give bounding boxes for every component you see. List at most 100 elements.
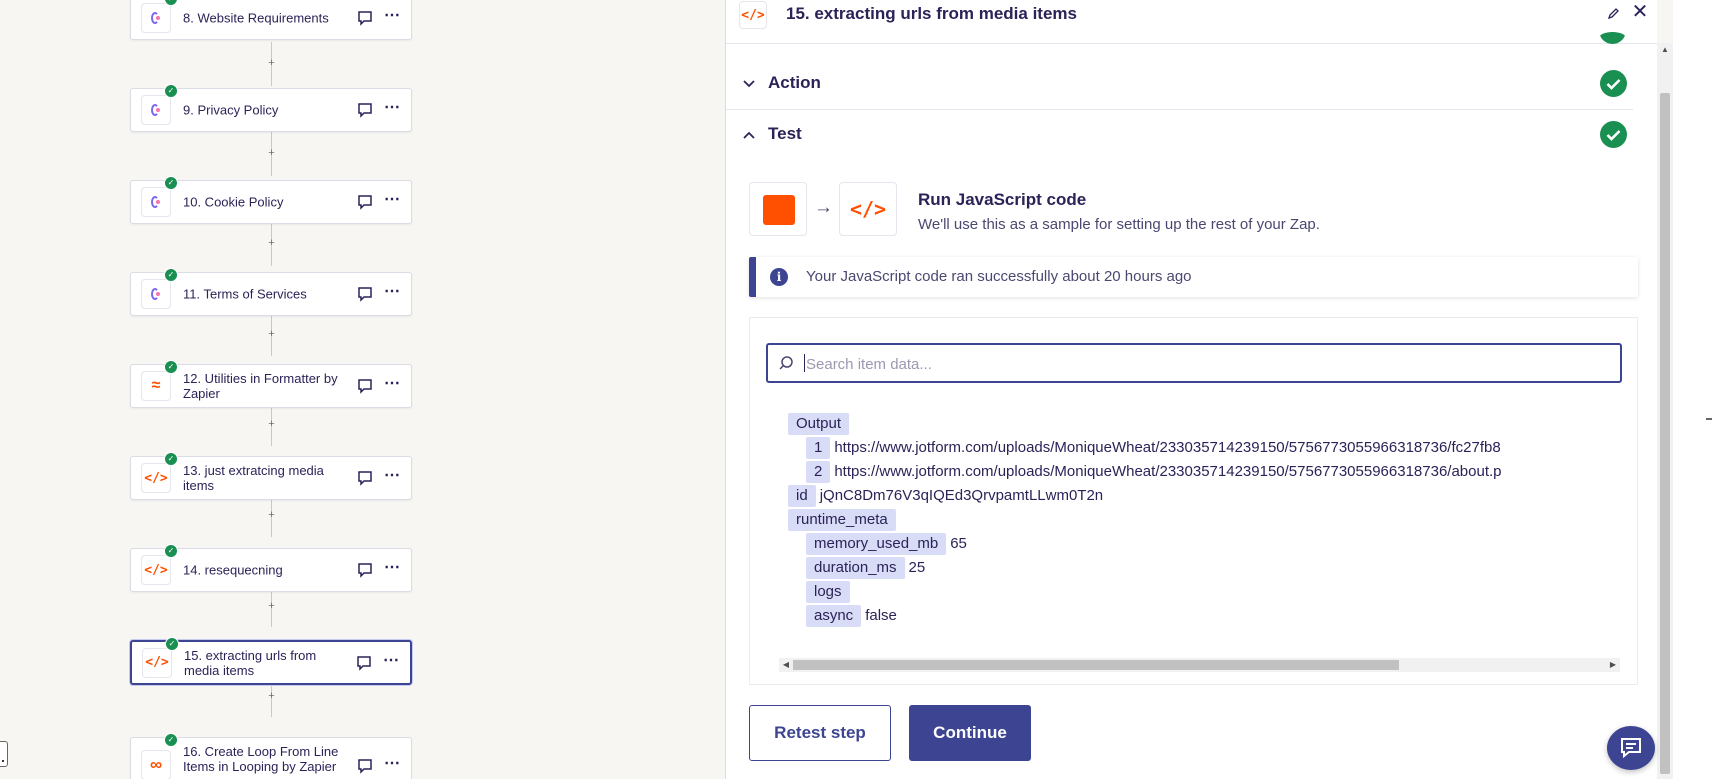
- scroll-left-icon[interactable]: ◀: [779, 658, 793, 672]
- step-card-9[interactable]: ✓ 9. Privacy Policy ⋯: [130, 84, 412, 132]
- tree-row[interactable]: async false: [806, 605, 897, 627]
- add-step-button[interactable]: +: [266, 58, 277, 69]
- more-options-button[interactable]: ⋯: [383, 560, 401, 578]
- add-step-button[interactable]: +: [266, 601, 277, 612]
- scrollbar-thumb[interactable]: [793, 660, 1399, 670]
- step-card-15[interactable]: </> ✓ 15. extracting urls from media ite…: [130, 637, 412, 685]
- add-step-button[interactable]: +: [266, 238, 277, 249]
- chat-icon: [1621, 738, 1641, 759]
- add-step-button[interactable]: +: [266, 329, 277, 340]
- more-options-button[interactable]: ⋯: [383, 8, 401, 26]
- comment-icon[interactable]: [357, 102, 373, 118]
- tree-value: 25: [908, 559, 926, 576]
- tree-key: logs: [806, 581, 850, 603]
- code-icon: </>: [739, 1, 767, 29]
- tree-value: https://www.jotform.com/uploads/MoniqueW…: [834, 463, 1502, 480]
- tree-key: id: [788, 485, 816, 507]
- more-options-button[interactable]: ⋯: [383, 756, 401, 774]
- comment-icon[interactable]: [357, 562, 373, 578]
- add-step-button[interactable]: +: [266, 691, 277, 702]
- check-badge-icon: ✓: [164, 84, 178, 98]
- clickup-icon: [141, 279, 171, 309]
- vertical-scrollbar[interactable]: ▲: [1657, 43, 1673, 779]
- tree-row[interactable]: id jQnC8Dm76V3qIQEd3QrvpamtLLwm0T2n: [788, 485, 1103, 507]
- comment-icon[interactable]: [357, 10, 373, 26]
- success-alert: i Your JavaScript code ran successfully …: [749, 257, 1638, 297]
- workflow-canvas[interactable]: + + + + + + + + ✓ 8. Website Requirement…: [0, 0, 725, 779]
- add-step-button[interactable]: +: [266, 148, 277, 159]
- check-badge-icon: ✓: [164, 544, 178, 558]
- code-icon: </>: [839, 182, 897, 236]
- step-card-13[interactable]: </> ✓ 13. just extratcing media items ⋯: [130, 452, 412, 500]
- tree-value: false: [865, 607, 897, 624]
- comment-icon[interactable]: [357, 758, 373, 774]
- step-label: 9. Privacy Policy: [183, 102, 279, 118]
- output-data-tree[interactable]: Output 1 https://www.jotform.com/uploads/…: [750, 413, 1637, 655]
- clickup-icon: [141, 3, 171, 33]
- step-card-14[interactable]: </> ✓ 14. resequecning ⋯: [130, 544, 412, 592]
- more-options-button[interactable]: ⋯: [383, 284, 401, 302]
- chat-support-button[interactable]: [1607, 726, 1655, 770]
- tree-row[interactable]: 2 https://www.jotform.com/uploads/Monique…: [806, 461, 1502, 483]
- section-test[interactable]: Test: [726, 110, 1633, 160]
- page-margin: [1673, 0, 1712, 779]
- check-badge-icon: ✓: [164, 360, 178, 374]
- more-options-button[interactable]: ⋯: [383, 376, 401, 394]
- scroll-up-icon[interactable]: ▲: [1657, 43, 1673, 57]
- step-label: 11. Terms of Services: [183, 286, 307, 302]
- comment-icon[interactable]: [357, 378, 373, 394]
- step-card-11[interactable]: ✓ 11. Terms of Services ⋯: [130, 268, 412, 316]
- step-card-12[interactable]: ≈ ✓ 12. Utilities in Formatter by Zapier…: [130, 360, 412, 408]
- add-step-button[interactable]: +: [266, 419, 277, 430]
- tree-row[interactable]: 1 https://www.jotform.com/uploads/Monique…: [806, 437, 1501, 459]
- comment-icon[interactable]: [357, 194, 373, 210]
- horizontal-scrollbar[interactable]: ◀ ▶: [779, 658, 1620, 672]
- check-circle-icon: [1600, 121, 1627, 148]
- tree-key: async: [806, 605, 862, 627]
- step-label: 14. resequecning: [183, 562, 283, 578]
- check-circle-icon: [1600, 70, 1627, 97]
- loop-icon: ∞: [141, 750, 171, 779]
- clickup-icon: [141, 187, 171, 217]
- info-icon: i: [770, 268, 788, 286]
- scroll-right-icon[interactable]: ▶: [1606, 658, 1620, 672]
- step-card-10[interactable]: ✓ 10. Cookie Policy ⋯: [130, 176, 412, 224]
- continue-button[interactable]: Continue: [909, 705, 1031, 761]
- check-badge-icon: ✓: [164, 268, 178, 282]
- comment-icon[interactable]: [356, 655, 372, 671]
- canvas-control-button[interactable]: [0, 741, 8, 767]
- code-icon: </>: [141, 463, 171, 493]
- pencil-icon[interactable]: [1607, 6, 1621, 20]
- scrollbar-thumb[interactable]: [1660, 93, 1670, 774]
- tree-row[interactable]: duration_ms 25: [806, 557, 925, 579]
- retest-step-button[interactable]: Retest step: [749, 705, 891, 761]
- code-icon: </>: [141, 555, 171, 585]
- section-action[interactable]: Action: [726, 59, 1633, 110]
- tree-row-runtime-meta[interactable]: runtime_meta: [788, 509, 900, 531]
- search-input[interactable]: [804, 349, 1608, 379]
- add-step-button[interactable]: +: [266, 510, 277, 521]
- more-options-button[interactable]: ⋯: [382, 652, 400, 671]
- more-options-button[interactable]: ⋯: [383, 468, 401, 486]
- tree-key: 2: [806, 461, 831, 483]
- run-subtitle: We'll use this as a sample for setting u…: [918, 216, 1320, 233]
- check-badge-icon: ✓: [164, 452, 178, 466]
- step-card-8[interactable]: ✓ 8. Website Requirements ⋯: [130, 0, 412, 40]
- tree-row[interactable]: memory_used_mb 65: [806, 533, 967, 555]
- section-title: Test: [768, 124, 802, 143]
- comment-icon[interactable]: [357, 286, 373, 302]
- tree-row[interactable]: logs: [806, 581, 854, 603]
- close-icon[interactable]: ✕: [1631, 2, 1649, 22]
- test-output-box: Output 1https://www.jotform.com/uploads/…: [749, 317, 1638, 685]
- arrow-right-icon: →: [814, 197, 833, 218]
- tree-row-output[interactable]: Output: [788, 413, 853, 435]
- run-title: Run JavaScript code: [918, 190, 1087, 209]
- search-field[interactable]: [766, 343, 1622, 383]
- more-options-button[interactable]: ⋯: [383, 192, 401, 210]
- more-options-button[interactable]: ⋯: [383, 100, 401, 118]
- comment-icon[interactable]: [357, 470, 373, 486]
- tree-value: 65: [950, 535, 967, 552]
- tree-key: runtime_meta: [788, 509, 896, 531]
- panel-header: </> 15. extracting urls from media items…: [726, 0, 1657, 44]
- step-card-16[interactable]: ∞ ✓ 16. Create Loop From Line Items in L…: [130, 733, 412, 779]
